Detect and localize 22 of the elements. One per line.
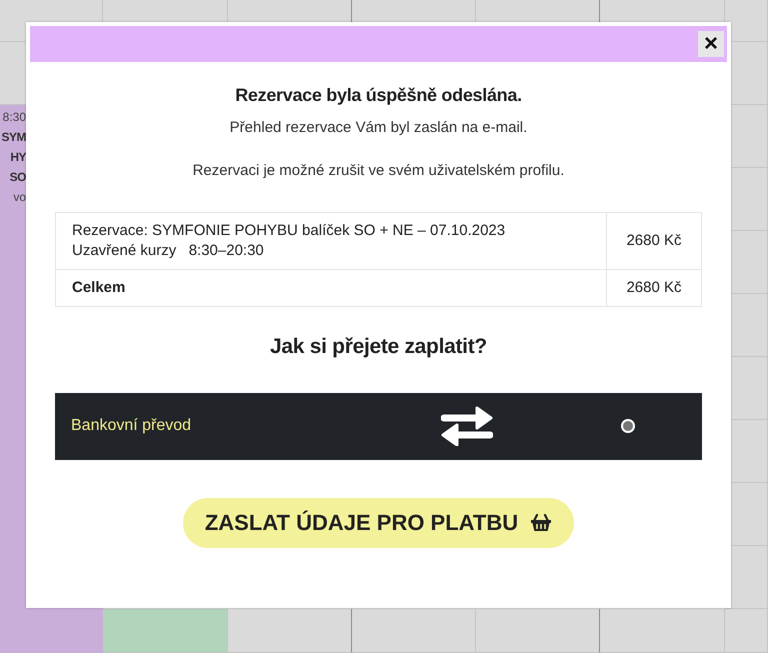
payment-question: Jak si přejete zaplatit? [269, 334, 488, 360]
submit-button[interactable]: ZASLAT ÚDAJE PRO PLATBU [182, 498, 574, 548]
event-text: 8:30 [2, 109, 26, 126]
payment-label: Bankovní převod [71, 416, 192, 436]
transfer-arrows-icon [441, 406, 493, 446]
event-text: HY [10, 149, 26, 166]
event-text: SYM [1, 129, 26, 146]
price-text: 2680 Kč [626, 230, 682, 251]
payment-option[interactable]: Bankovní převod [55, 392, 702, 460]
calendar-cell [725, 609, 768, 653]
message-text: Rezervaci je možné zrušit ve svém uživatelském profilu. [192, 160, 566, 180]
basket-icon [530, 514, 552, 532]
item-text: Rezervace: SYMFONIE POHYBU balíček SO + NE – 07.10.2023 [72, 221, 506, 241]
item-text: Uzavřené kurzy 8:30–20:30 [72, 241, 265, 261]
message-text: Přehled rezervace Vám byl zaslán na e-mail. [228, 118, 528, 138]
close-button[interactable]: × [698, 31, 724, 57]
price-text: 2680 Kč [626, 278, 682, 298]
radio-button[interactable] [621, 419, 635, 433]
event-text: vo [13, 189, 26, 206]
dialog-title: Rezervace byla úspěšně odeslána. [234, 84, 523, 107]
total-label: Celkem [72, 278, 126, 298]
event-text: SO [10, 169, 26, 186]
